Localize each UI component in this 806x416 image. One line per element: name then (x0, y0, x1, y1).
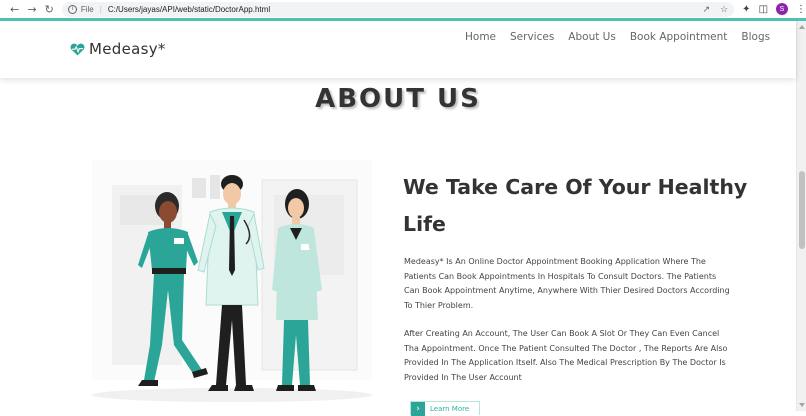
chevron-right-icon: › (411, 401, 425, 416)
heartbeat-icon (70, 43, 85, 55)
logo-text: Medeasy* (89, 40, 166, 58)
learn-more-button[interactable]: › Learn More (410, 401, 480, 416)
main-nav: Home Services About Us Book Appointment … (465, 31, 770, 43)
back-arrow-icon[interactable]: ← (6, 0, 23, 18)
scroll-down-icon[interactable] (799, 403, 805, 407)
about-paragraph-2: After Creating An Account, The User Can … (404, 329, 728, 382)
profile-avatar[interactable]: S (776, 3, 789, 15)
nav-home[interactable]: Home (465, 31, 496, 43)
star-icon[interactable]: ☆ (720, 4, 728, 15)
learn-more-label: Learn More (430, 404, 470, 413)
reload-icon[interactable]: ↻ (41, 0, 58, 18)
page-scrollbar[interactable] (796, 21, 806, 411)
scroll-up-icon[interactable] (799, 25, 805, 29)
nav-services[interactable]: Services (510, 31, 554, 43)
info-icon[interactable]: i (67, 4, 77, 14)
forward-arrow-icon[interactable]: → (23, 0, 40, 18)
menu-dots-icon[interactable]: ⋮ (796, 4, 806, 15)
about-heading: We Take Care Of Your Healthy Life (403, 175, 748, 236)
side-panel-icon[interactable]: ◫ (759, 4, 768, 15)
address-bar[interactable]: i File | C:/Users/jayas/API/web/static/D… (61, 1, 735, 17)
url-text[interactable]: C:/Users/jayas/API/web/static/DoctorApp.… (108, 5, 270, 14)
nav-book-appointment[interactable]: Book Appointment (630, 31, 728, 43)
separator: | (99, 4, 102, 14)
nav-about-us[interactable]: About Us (568, 31, 616, 43)
doctors-illustration (92, 160, 372, 402)
share-icon[interactable]: ↗ (703, 4, 711, 15)
site-header: Medeasy* Home Services About Us Book App… (0, 21, 796, 78)
extensions-icon[interactable]: ✦ (742, 4, 750, 15)
browser-toolbar: ← → ↻ i File | C:/Users/jayas/API/web/st… (0, 0, 806, 21)
site-logo[interactable]: Medeasy* (70, 40, 166, 58)
nav-blogs[interactable]: Blogs (741, 31, 770, 43)
about-paragraph-1: Medeasy* Is An Online Doctor Appointment… (404, 257, 730, 310)
section-title: ABOUT US (315, 84, 481, 114)
scheme-label: File (80, 4, 94, 14)
scroll-thumb[interactable] (799, 171, 805, 249)
